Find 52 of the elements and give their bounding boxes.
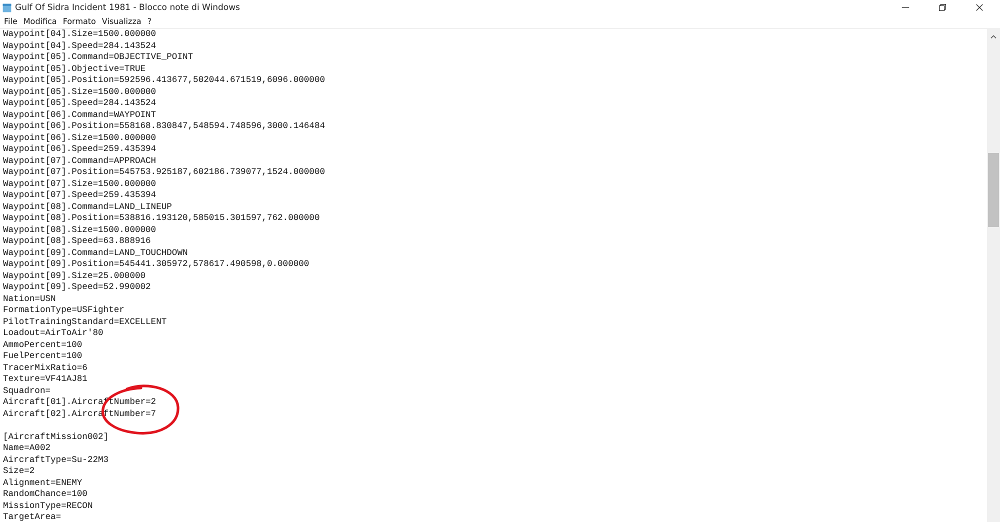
text-line: Waypoint[08].Command=LAND_LINEUP — [3, 202, 172, 213]
text-line: Squadron= — [3, 386, 51, 397]
text-line: MissionType=RECON — [3, 500, 93, 512]
text-line: Waypoint[07].Speed=259.435394 — [3, 190, 156, 202]
scrollbar-thumb[interactable] — [988, 153, 999, 227]
window-title: Gulf Of Sidra Incident 1981 - Blocco note di Windows — [15, 2, 240, 12]
restore-icon[interactable] — [938, 3, 947, 12]
text-line: Alignment=ENEMY — [3, 478, 82, 489]
text-line: Waypoint[06].Size=1500.000000 — [3, 132, 156, 144]
notepad-icon — [2, 2, 12, 12]
text-line: Waypoint[04].Speed=284.143524 — [3, 40, 156, 52]
text-line: Waypoint[07].Position=545753.925187,602186.739077,1524.000000 — [3, 167, 326, 178]
text-line: RandomChance=100 — [3, 489, 88, 500]
text-line: TargetArea= — [3, 512, 62, 522]
text-line: Size=2 — [3, 466, 35, 478]
scrollbar[interactable] — [987, 29, 1000, 522]
close-icon[interactable] — [975, 3, 984, 12]
menu-item[interactable]: Modifica — [23, 17, 57, 26]
text-line: Texture=VF41AJ81 — [3, 374, 88, 386]
text-line: Name=A002 — [3, 443, 51, 454]
text-line: Waypoint[05].Command=OBJECTIVE_POINT — [3, 52, 194, 64]
text-line: Waypoint[09].Speed=52.990002 — [3, 282, 151, 294]
text-line: [AircraftMission002] — [3, 432, 109, 443]
text-line: Waypoint[05].Objective=TRUE — [3, 64, 146, 75]
text-line: Waypoint[09].Size=25.000000 — [3, 270, 146, 282]
text-line: Waypoint[06].Command=WAYPOINT — [3, 110, 156, 121]
text-line: TracerMixRatio=6 — [3, 362, 88, 374]
text-line: Waypoint[08].Position=538816.193120,585015.301597,762.000000 — [3, 213, 320, 224]
text-line: Waypoint[04].Size=1500.000000 — [3, 29, 156, 40]
text-line: Waypoint[07].Command=APPROACH — [3, 156, 156, 167]
text-line: Waypoint[09].Command=LAND_TOUCHDOWN — [3, 248, 188, 259]
text-line: Loadout=AirToAir'80 — [3, 328, 104, 340]
menu-item[interactable]: Visualizza — [102, 17, 142, 26]
text-line: Waypoint[06].Speed=259.435394 — [3, 144, 156, 156]
text-line: Waypoint[07].Size=1500.000000 — [3, 178, 156, 190]
text-line: FormationType=USFighter — [3, 305, 124, 316]
text-line: Waypoint[08].Speed=63.888916 — [3, 236, 151, 248]
text-line: Waypoint[06].Position=558168.830847,548594.748596,3000.146484 — [3, 121, 326, 132]
text-line: Waypoint[05].Position=592596.413677,502044.671519,6096.000000 — [3, 75, 326, 86]
text-line: FuelPercent=100 — [3, 351, 82, 362]
text-line: Waypoint[08].Size=1500.000000 — [3, 224, 156, 236]
text-line: AmmoPercent=100 — [3, 340, 82, 351]
text-line: Waypoint[05].Size=1500.000000 — [3, 86, 156, 98]
menu-item[interactable]: File — [4, 17, 18, 26]
text-line: Waypoint[05].Speed=284.143524 — [3, 98, 156, 110]
menu-item[interactable]: ? — [147, 17, 152, 26]
text-line: AircraftType=Su-22M3 — [3, 454, 109, 466]
menu-item[interactable]: Formato — [62, 17, 96, 26]
scroll-up-icon[interactable] — [990, 34, 997, 39]
text-line: PilotTrainingStandard=EXCELLENT — [3, 316, 167, 328]
text-line: Nation=USN — [3, 294, 56, 305]
text-line: Waypoint[09].Position=545441.305972,578617.490598,0.000000 — [3, 259, 310, 270]
